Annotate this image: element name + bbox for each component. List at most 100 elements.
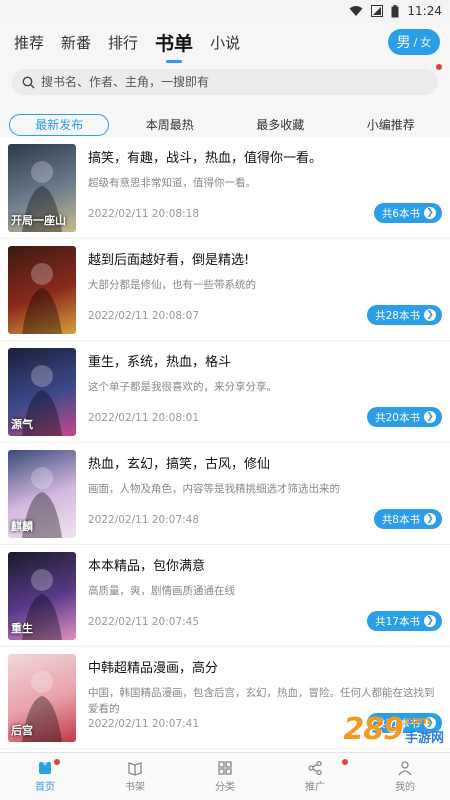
nav-profile[interactable]: 我的 [360, 753, 450, 800]
tab-ranking[interactable]: 排行 [108, 32, 138, 53]
booklist-title: 越到后面越好看，倒是精选! [88, 253, 250, 268]
booklist-cover-image[interactable]: 重生 [8, 552, 76, 640]
booklist-cover-image[interactable]: 麒麟 [8, 450, 76, 538]
cover-title-text: 重生 [11, 622, 33, 635]
battery-icon [391, 4, 399, 17]
search-bar[interactable] [12, 69, 438, 95]
nav-home-dot [54, 759, 60, 765]
booklist-title: 热血，玄幻，搞笑，古风，修仙 [88, 457, 271, 472]
booklist-info: 越到后面越好看，倒是精选! 大部分都是修仙，也有一些带系统的 2022/02/1… [88, 246, 442, 340]
book-count-button[interactable]: 共20本书 ❯ [367, 407, 442, 427]
watermark-number: 289 [343, 712, 404, 747]
booklist-info: 本本精品，包你满意 高质量，爽，剧情画质通通在线 2022/02/11 20:0… [88, 552, 442, 646]
cover-title-text: 麒麟 [11, 520, 33, 533]
booklist-info: 热血，玄幻，搞笑，古风，修仙 画面，人物及角色，内容等是我精挑细选才筛选出来的 … [88, 450, 442, 544]
booklist-description: 大部分都是修仙，也有一些带系统的 [88, 279, 256, 291]
watermark-suffix: com [404, 713, 431, 727]
signal-icon [371, 5, 384, 17]
nav-category-label: 分类 [215, 782, 235, 793]
category-icon [218, 761, 232, 775]
gender-toggle[interactable]: 男 / 女 [388, 29, 440, 55]
wifi-icon [349, 6, 363, 16]
search-container [0, 62, 450, 95]
booklist-timestamp: 2022/02/11 20:08:18 [88, 208, 200, 220]
gender-separator: / [413, 35, 418, 49]
share-icon [308, 760, 322, 776]
booklist-timestamp: 2022/02/11 20:07:41 [88, 718, 200, 730]
chevron-right-icon: ❯ [424, 207, 436, 219]
site-watermark: 289 com 手游网 [343, 712, 444, 747]
booklist-description: 高质量，爽，剧情画质通通在线 [88, 585, 235, 597]
watermark-text: 手游网 [404, 730, 444, 746]
nav-bookshelf-label: 书架 [125, 782, 145, 793]
booklist-description: 画面，人物及角色，内容等是我精挑细选才筛选出来的 [88, 483, 340, 495]
book-count-label: 共28本书 [375, 309, 420, 322]
status-time: 11:24 [407, 4, 442, 18]
booklist-timestamp: 2022/02/11 20:08:07 [88, 310, 200, 322]
booklist-cover-image[interactable]: 后宫 [8, 654, 76, 742]
booklist-timestamp: 2022/02/11 20:07:48 [88, 514, 200, 526]
book-count-label: 共17本书 [375, 615, 420, 628]
nav-profile-label: 我的 [395, 782, 415, 793]
booklist-item[interactable]: 越到后面越好看，倒是精选! 大部分都是修仙，也有一些带系统的 2022/02/1… [0, 239, 450, 341]
booklist-info: 重生，系统，热血，格斗 这个单子都是我很喜欢的，来分享分享。 2022/02/1… [88, 348, 442, 442]
booklist-item[interactable]: 麒麟 热血，玄幻，搞笑，古风，修仙 画面，人物及角色，内容等是我精挑细选才筛选出… [0, 443, 450, 545]
status-bar: 11:24 [0, 0, 450, 22]
book-count-button[interactable]: 共17本书 ❯ [367, 611, 442, 631]
nav-category[interactable]: 分类 [180, 753, 270, 800]
top-tab-bar: 推荐 新番 排行 书单 小说 男 / 女 [0, 22, 450, 62]
search-notification-dot [436, 64, 442, 70]
booklist-item[interactable]: 重生 本本精品，包你满意 高质量，爽，剧情画质通通在线 2022/02/11 2… [0, 545, 450, 647]
cover-title-text: 后宫 [11, 724, 33, 737]
booklist-title: 本本精品，包你满意 [88, 559, 206, 574]
booklist-timestamp: 2022/02/11 20:08:01 [88, 412, 200, 424]
book-count-label: 共8本书 [381, 513, 420, 526]
booklist-title: 重生，系统，热血，格斗 [88, 355, 232, 370]
booklist-item[interactable]: 源气 重生，系统，热血，格斗 这个单子都是我很喜欢的，来分享分享。 2022/0… [0, 341, 450, 443]
tab-novel[interactable]: 小说 [210, 32, 240, 53]
booklist-item[interactable]: 开局一座山 搞笑，有趣，战斗，热血，值得你一看。 超级有意思非常知道，值得你一看… [0, 137, 450, 239]
gender-female-label: 女 [420, 36, 432, 49]
gender-male-label: 男 [396, 35, 411, 51]
chevron-right-icon: ❯ [424, 411, 436, 423]
booklist-cover-image[interactable] [8, 246, 76, 334]
cover-figure-graphic [22, 263, 62, 334]
tab-booklist[interactable]: 书单 [155, 29, 193, 56]
booklist-cover-image[interactable]: 开局一座山 [8, 144, 76, 232]
book-count-button[interactable]: 共6本书 ❯ [373, 203, 442, 223]
nav-promote[interactable]: 推广 [270, 753, 360, 800]
bookshelf-icon [128, 762, 142, 776]
home-icon [39, 762, 51, 774]
bottom-nav: 首页 书架 分类 推广 我的 [0, 752, 450, 800]
book-count-button[interactable]: 共8本书 ❯ [373, 509, 442, 529]
nav-promote-label: 推广 [305, 782, 325, 793]
book-count-button[interactable]: 共28本书 ❯ [367, 305, 442, 325]
nav-home[interactable]: 首页 [0, 753, 90, 800]
booklist-title: 中韩超精品漫画，高分 [88, 661, 219, 676]
sort-tab-editor-picks[interactable]: 小编推荐 [341, 114, 441, 136]
nav-bookshelf[interactable]: 书架 [90, 753, 180, 800]
book-count-label: 共20本书 [375, 411, 420, 424]
booklist-timestamp: 2022/02/11 20:07:45 [88, 616, 200, 628]
search-input[interactable] [41, 75, 438, 89]
booklist-cover-image[interactable]: 源气 [8, 348, 76, 436]
search-icon [22, 76, 35, 88]
booklist-list: 开局一座山 搞笑，有趣，战斗，热血，值得你一看。 超级有意思非常知道，值得你一看… [0, 137, 450, 752]
nav-home-label: 首页 [35, 782, 55, 793]
booklist-description: 超级有意思非常知道，值得你一看。 [88, 177, 256, 189]
tab-recommend[interactable]: 推荐 [14, 32, 44, 53]
tab-new-series[interactable]: 新番 [61, 32, 91, 53]
sort-tab-weekly-hot[interactable]: 本周最热 [120, 114, 220, 136]
nav-promote-dot [342, 759, 348, 765]
booklist-info: 搞笑，有趣，战斗，热血，值得你一看。 超级有意思非常知道，值得你一看。 2022… [88, 144, 442, 238]
sort-tab-most-favorited[interactable]: 最多收藏 [230, 114, 330, 136]
chevron-right-icon: ❯ [424, 615, 436, 627]
sort-tab-latest[interactable]: 最新发布 [9, 113, 110, 136]
booklist-description: 这个单子都是我很喜欢的，来分享分享。 [88, 381, 277, 393]
booklist-title: 搞笑，有趣，战斗，热血，值得你一看。 [88, 151, 323, 166]
profile-icon [398, 761, 412, 776]
cover-title-text: 源气 [11, 418, 33, 431]
chevron-right-icon: ❯ [424, 513, 436, 525]
chevron-right-icon: ❯ [424, 309, 436, 321]
cover-title-text: 开局一座山 [11, 214, 66, 227]
